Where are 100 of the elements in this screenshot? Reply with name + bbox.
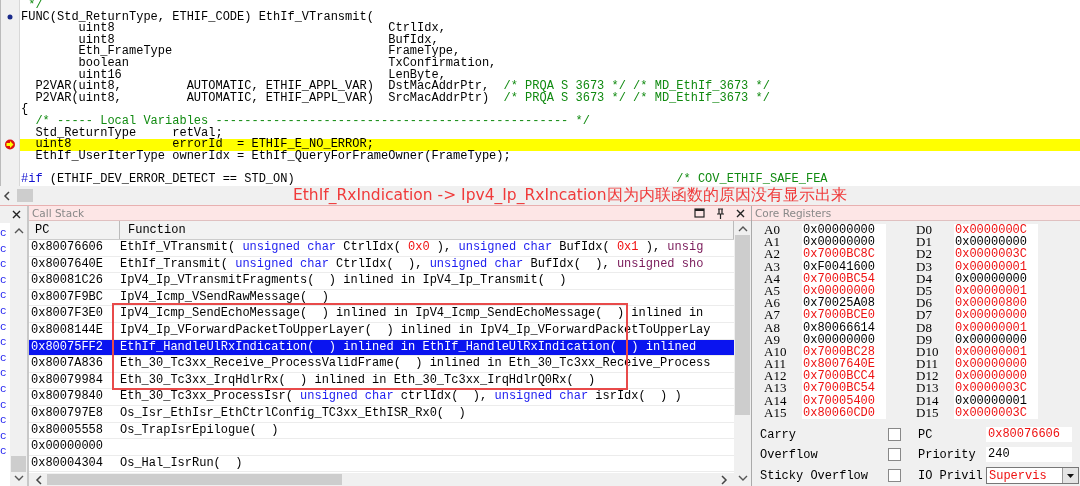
register-name: D7 bbox=[915, 309, 933, 322]
scrollbar[interactable] bbox=[10, 223, 27, 486]
checkbox[interactable] bbox=[888, 469, 901, 482]
code-line: #if (ETHIF_DEV_ERROR_DETECT == STD_ON) /* COV_ETHIF_SAFE_FEA bbox=[20, 173, 829, 186]
register-value: 0x00000000 bbox=[954, 309, 1038, 322]
list-item-fragment: c bbox=[0, 288, 7, 304]
flag-label: Sticky Overflow bbox=[760, 468, 870, 483]
caret-icon[interactable] bbox=[1067, 473, 1074, 478]
maximize-icon[interactable] bbox=[694, 208, 705, 218]
scrollbar-thumb[interactable] bbox=[11, 456, 26, 472]
table-cell-text: 0x80075FF2 bbox=[30, 339, 104, 356]
scroll-left-icon[interactable] bbox=[3, 190, 11, 201]
register-value: 0x00000000 bbox=[802, 224, 886, 237]
register-name: A10 bbox=[763, 345, 788, 359]
table-cell-text: EthIf_HandleUlRxIndication( ) inlined in EthIf_HandleUlRxIndication( ) inlined bbox=[119, 339, 698, 356]
table-cell-text: Os_Isr_EthIsr_EthCtrlConfig_TC3xx_EthISR_Rx0( ) bbox=[119, 405, 467, 422]
table-cell-text: Eth_30_Tc3xx_IrqHdlrRx( ) inlined in Eth_30_Tc3xx_IrqHdlrQ0Rx( ) bbox=[119, 372, 597, 389]
scroll-down-icon[interactable] bbox=[737, 475, 748, 482]
scrollbar[interactable] bbox=[29, 473, 734, 486]
register-name: A12 bbox=[763, 370, 788, 383]
register-name: A3 bbox=[763, 260, 781, 273]
flag-label: Carry bbox=[760, 427, 797, 442]
list-item-fragment: c bbox=[0, 257, 7, 273]
register-value: 0x0000000C bbox=[954, 224, 1038, 237]
call-stack-row[interactable]: 0x8007F9BC IpV4_Icmp_VSendRawMessage( ) bbox=[29, 289, 734, 307]
register-name: D3 bbox=[915, 260, 933, 273]
register-name: D5 bbox=[915, 284, 933, 298]
code-line: EthIf_UserIterType ownerIdx = EthIf_QueryForFrameOwner(FrameType); bbox=[34, 150, 512, 163]
register-name: A2 bbox=[763, 248, 781, 261]
scroll-up-icon[interactable] bbox=[13, 227, 24, 234]
column-header[interactable]: PC bbox=[29, 221, 120, 239]
call-stack-row[interactable]: 0x80005558 Os_TrapIsrEpilogue( ) bbox=[29, 422, 734, 440]
register-name: D8 bbox=[915, 321, 933, 334]
register-value: 0x00000000 bbox=[954, 358, 1038, 371]
list-item-fragment: c bbox=[0, 319, 7, 335]
scroll-down-icon[interactable] bbox=[13, 475, 24, 482]
scrollbar-thumb[interactable] bbox=[735, 235, 750, 415]
list-item-fragment: c bbox=[0, 335, 7, 351]
list-item-fragment: c bbox=[0, 397, 7, 413]
table-cell-text: 0x8007F3E0 bbox=[30, 306, 104, 322]
flag-label: Overflow bbox=[760, 447, 819, 462]
call-stack-row[interactable]: 0x80079840 Eth_30_Tc3xx_ProcessIsr( unsigned char ctrlIdx( ), unsigned char isrIdx( ) ) bbox=[29, 389, 734, 406]
list-item-fragment: c bbox=[0, 350, 7, 366]
table-cell-text: EthIf_VTransmit( unsigned char CtrlIdx( 0x0 ), unsigned char BufIdx( 0x1 ), unsig bbox=[119, 240, 705, 256]
call-stack-row[interactable]: 0x80076606 EthIf_VTransmit( unsigned char CtrlIdx( 0x0 ), unsigned char BufIdx( 0x1 ), unsig bbox=[29, 240, 734, 257]
call-stack-row[interactable]: 0x80081C26 IpV4_Ip_VTransmitFragments( ) inlined in IpV4_Ip_Transmit( ) bbox=[29, 273, 734, 290]
table-cell-text: IpV4_Ip_VTransmitFragments( ) inlined in IpV4_Ip_Transmit( ) bbox=[119, 273, 568, 289]
call-stack-row[interactable]: 0x800797E8 Os_Isr_EthIsr_EthCtrlConfig_TC3xx_EthISR_Rx0( ) bbox=[29, 405, 734, 423]
code-line: P2VAR(uint8, AUTOMATIC, ETHIF_APPL_VAR) SrcMacAddrPtr) /* PRQA S 3673 */ /* MD_EthIf_3673 */ bbox=[34, 92, 771, 105]
checkbox[interactable] bbox=[888, 428, 901, 441]
pin-icon[interactable] bbox=[716, 207, 725, 219]
table-cell-text: Eth_30_Tc3xx_ProcessIsr( unsigned char ctrlIdx( ), unsigned char isrIdx( ) ) bbox=[119, 389, 683, 405]
register-name: D1 bbox=[915, 236, 933, 249]
register-name: A1 bbox=[763, 236, 781, 249]
table-cell-text: 0x8007640E bbox=[30, 256, 104, 273]
register-name: A0 bbox=[763, 224, 781, 237]
register-value: 0x00000800 bbox=[954, 297, 1038, 310]
code-line: boolean TxConfirmation, bbox=[77, 57, 498, 70]
close-icon[interactable] bbox=[12, 210, 21, 219]
dropdown[interactable]: Supervis bbox=[986, 467, 1079, 484]
list-item-fragment: c bbox=[0, 381, 7, 397]
code-line: /* ----- Local Variables ------------------------------------------------- */ bbox=[34, 115, 591, 128]
value-field[interactable]: 0x80076606 bbox=[986, 427, 1072, 442]
scrollbar-thumb[interactable] bbox=[17, 189, 33, 202]
table-cell-text: Os_TrapIsrEpilogue( ) bbox=[119, 422, 280, 439]
list-item-fragment: c bbox=[0, 444, 7, 460]
scroll-right-icon[interactable] bbox=[720, 474, 728, 485]
close-icon[interactable] bbox=[736, 208, 745, 218]
list-item-fragment: c bbox=[0, 272, 7, 288]
scrollbar-thumb[interactable] bbox=[47, 474, 342, 485]
call-stack-row[interactable]: 0x80079984 Eth_30_Tc3xx_IrqHdlrRx( ) inlined in Eth_30_Tc3xx_IrqHdlrQ0Rx( ) bbox=[29, 372, 734, 390]
register-name: A8 bbox=[763, 321, 781, 334]
code-line: */ bbox=[28, 0, 43, 12]
table-cell-text: IpV4_Icmp_VSendRawMessage( ) bbox=[119, 289, 330, 306]
table-cell-text: 0x800797E8 bbox=[30, 405, 104, 422]
call-stack-row[interactable]: 0x00000000 bbox=[29, 439, 734, 456]
value-field[interactable]: 240 bbox=[986, 447, 1072, 462]
table-cell-text: 0x80079840 bbox=[30, 389, 104, 405]
table-cell-text: EthIf_Transmit( unsigned char CtrlIdx( ), unsigned char BufIdx( ), unsigned sho bbox=[119, 256, 705, 273]
register-name: D14 bbox=[915, 394, 940, 407]
register-value: 0x00000000 bbox=[954, 370, 1038, 383]
register-value: 0x8007640E bbox=[802, 358, 886, 371]
code-line: FUNC(Std_ReturnType, ETHIF_CODE) EthIf_VTransmit( bbox=[20, 11, 375, 24]
table-cell-text: 0x80004304 bbox=[30, 455, 104, 472]
code-line: Eth_FrameType FrameType, bbox=[77, 46, 461, 58]
register-name: A14 bbox=[763, 394, 788, 407]
register-name: D0 bbox=[915, 224, 933, 237]
panel-title: Core Registers bbox=[755, 207, 832, 219]
call-stack-row[interactable]: 0x8007F3E0 IpV4_Icmp_SendEchoMessage( ) inlined in IpV4_Icmp_SendEchoMessage( ) inlined in bbox=[29, 306, 734, 323]
register-name: D15 bbox=[915, 406, 940, 419]
register-value: 0x00000000 bbox=[802, 236, 886, 249]
code-line: P2VAR(uint8, AUTOMATIC, ETHIF_APPL_VAR) DstMacAddrPtr, /* PRQA S 3673 */ /* MD_EthIf_3673 */ bbox=[34, 81, 771, 93]
call-stack-row[interactable]: 0x8007640E EthIf_Transmit( unsigned char CtrlIdx( ), unsigned char BufIdx( ), unsigned sho bbox=[29, 256, 734, 274]
scroll-left-icon[interactable] bbox=[35, 474, 43, 485]
scroll-up-icon[interactable] bbox=[737, 225, 748, 232]
call-stack-row[interactable]: 0x80004304 Os_Hal_IsrRun( ) bbox=[29, 455, 734, 473]
register-name: D13 bbox=[915, 382, 940, 395]
checkbox[interactable] bbox=[888, 448, 901, 461]
table-cell-text: Os_Hal_IsrRun( ) bbox=[119, 455, 244, 472]
register-value: 0x70025A08 bbox=[802, 297, 886, 310]
